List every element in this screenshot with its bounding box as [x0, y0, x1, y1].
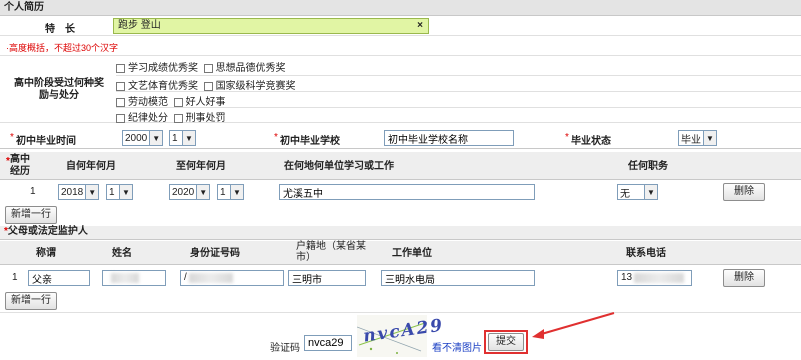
- guardian-col-name: 姓名: [112, 248, 132, 259]
- hukou-input[interactable]: [288, 270, 366, 286]
- guardian-section-title: 父母或法定监护人: [7, 226, 88, 237]
- specialty-input[interactable]: 跑步 登山 ×: [113, 18, 429, 34]
- grad-year-select[interactable]: 2000 ▼: [122, 130, 164, 146]
- from-month-select[interactable]: 1 ▼: [106, 184, 133, 200]
- guardian-col-hukou: 户籍地（某省某市）: [296, 241, 366, 263]
- history-label: 高中经历: [10, 154, 30, 177]
- row-index: 1: [30, 186, 36, 197]
- grad-status-label: 毕业状态: [571, 136, 611, 147]
- captcha-refresh-link[interactable]: 看不清图片: [432, 339, 482, 354]
- to-year-select[interactable]: 2020 ▼: [169, 184, 211, 200]
- specialty-label: 特 长: [45, 24, 75, 35]
- award-checkbox[interactable]: 学习成绩优秀奖: [116, 63, 198, 74]
- history-col-position: 任何职务: [628, 161, 668, 172]
- specialty-value: 跑步 登山: [118, 20, 161, 31]
- awards-row: 高中阶段受过何种奖励与处分 学习成绩优秀奖 思想品德优秀奖 文艺体育优秀奖 国家…: [0, 55, 801, 124]
- from-year-select[interactable]: 2018 ▼: [58, 184, 100, 200]
- history-col-place: 在何地何单位学习或工作: [284, 161, 394, 172]
- chevron-down-icon: ▼: [119, 185, 132, 199]
- position-select[interactable]: 无 ▼: [617, 184, 658, 200]
- clear-icon[interactable]: ×: [417, 19, 423, 33]
- chevron-down-icon: ▼: [703, 131, 716, 145]
- employer-input[interactable]: [381, 270, 535, 286]
- guardian-row: 1 / 13 删除: [0, 267, 801, 289]
- award-checkbox[interactable]: 好人好事: [173, 97, 226, 108]
- specialty-hint: ·高度概括，不超过30个汉字: [6, 43, 119, 53]
- grad-school-input[interactable]: [384, 130, 514, 146]
- chevron-down-icon: ▼: [149, 131, 163, 145]
- captcha-image[interactable]: nvcA29: [356, 315, 445, 357]
- captcha-row: 验证码 nvcA29 看不清图片 提交: [0, 312, 801, 357]
- callout-arrow-icon: [532, 312, 615, 339]
- captcha-label: 验证码: [270, 343, 300, 354]
- grad-status-select[interactable]: 毕业 ▼: [678, 130, 717, 146]
- required-marker: *: [565, 132, 569, 143]
- award-checkbox[interactable]: 国家级科学竞赛奖: [203, 81, 296, 92]
- award-checkbox[interactable]: 思想品德优秀奖: [203, 63, 286, 74]
- history-add-row-button[interactable]: 新增一行: [5, 206, 57, 224]
- award-checkbox[interactable]: 劳动模范: [116, 97, 168, 108]
- captcha-input[interactable]: [304, 335, 352, 351]
- guardian-name-input[interactable]: [102, 270, 166, 286]
- guardian-col-id: 身份证号码: [190, 248, 240, 259]
- grad-time-label: 初中毕业时间: [16, 136, 76, 147]
- resume-section-header: 个人简历: [0, 0, 801, 16]
- award-checkbox[interactable]: 刑事处罚: [173, 113, 226, 124]
- to-month-select[interactable]: 1 ▼: [217, 184, 244, 200]
- award-checkbox[interactable]: 纪律处分: [116, 113, 168, 124]
- chevron-down-icon: ▼: [85, 185, 99, 199]
- phone-input[interactable]: 13: [617, 270, 692, 286]
- history-col-from: 自何年何月: [66, 161, 116, 172]
- id-number-input[interactable]: /: [180, 270, 284, 286]
- grad-school-label: 初中毕业学校: [280, 136, 340, 147]
- place-input[interactable]: [279, 184, 535, 200]
- awards-label: 高中阶段受过何种奖励与处分: [14, 78, 104, 101]
- graduation-row: * 初中毕业时间 2000▼ 1▼ * 初中毕业学校 * 毕业状态 毕业▼: [0, 127, 801, 149]
- history-header: * 高中经历 自何年何月 至何年何月 在何地何单位学习或工作 任何职务: [0, 152, 801, 180]
- award-checkbox[interactable]: 文艺体育优秀奖: [116, 81, 198, 92]
- required-marker: *: [274, 132, 278, 143]
- history-row: 1 2018▼ 1▼ 2020▼ 1▼ 无▼ 删除: [0, 181, 801, 203]
- guardian-table-header: 称谓 姓名 身份证号码 户籍地（某省某市） 工作单位 联系电话: [0, 241, 801, 265]
- guardian-col-employer: 工作单位: [392, 248, 432, 259]
- required-marker: *: [10, 132, 14, 143]
- specialty-row: 特 长 跑步 登山 ×: [0, 17, 801, 36]
- submit-button[interactable]: 提交: [488, 333, 524, 351]
- chevron-down-icon: ▼: [644, 185, 657, 199]
- guardian-col-relation: 称谓: [36, 248, 56, 259]
- history-delete-button[interactable]: 删除: [723, 183, 765, 201]
- chevron-down-icon: ▼: [230, 185, 243, 199]
- guardian-delete-button[interactable]: 删除: [723, 269, 765, 287]
- guardian-add-row-button[interactable]: 新增一行: [5, 292, 57, 310]
- chevron-down-icon: ▼: [196, 185, 210, 199]
- guardian-col-phone: 联系电话: [626, 248, 666, 259]
- chevron-down-icon: ▼: [182, 131, 195, 145]
- guardian-section-header: *父母或法定监护人: [0, 226, 801, 240]
- history-col-to: 至何年何月: [176, 161, 226, 172]
- relation-input[interactable]: [28, 270, 90, 286]
- grad-month-select[interactable]: 1 ▼: [169, 130, 196, 146]
- row-index: 1: [12, 272, 18, 283]
